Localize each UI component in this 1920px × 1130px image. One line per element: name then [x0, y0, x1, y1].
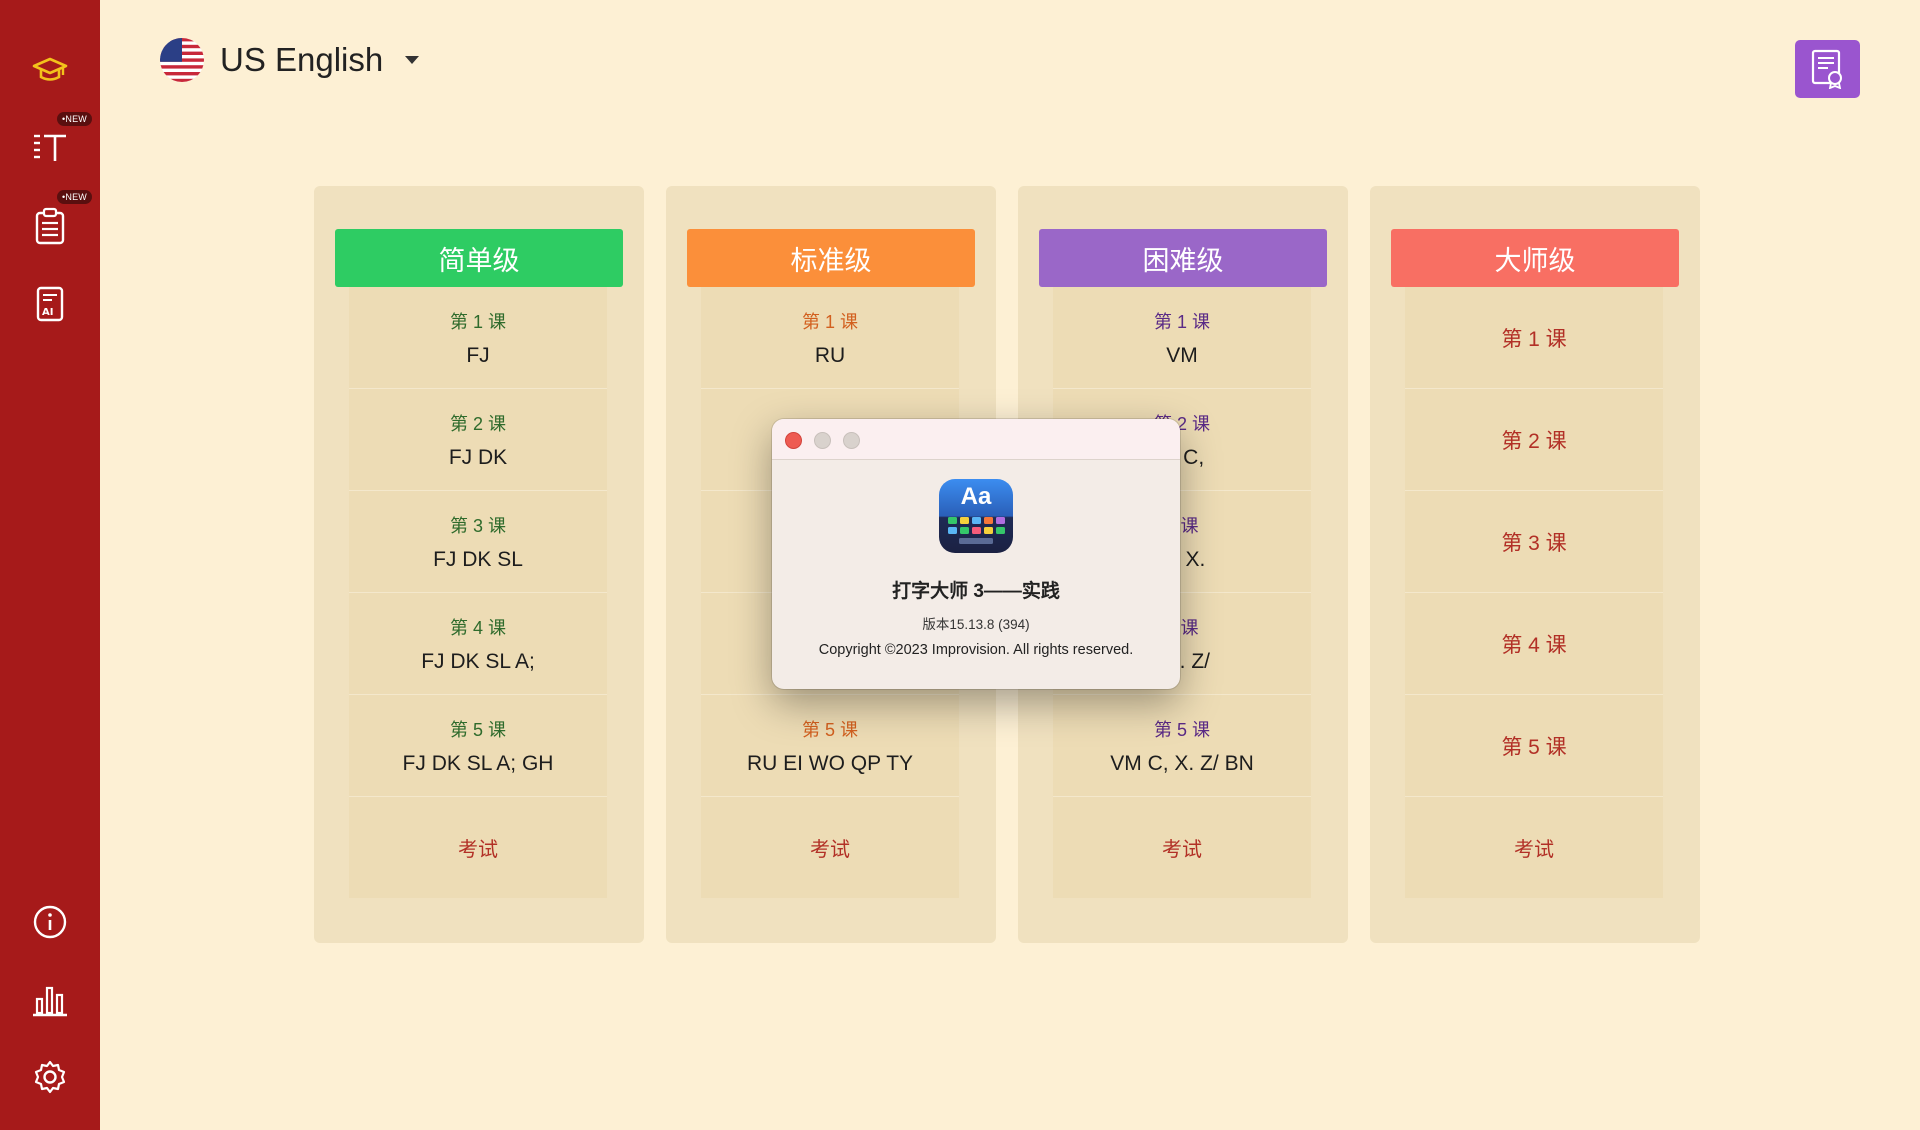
lesson-item[interactable]: 第 4 课 FJ DK SL A; [349, 593, 607, 695]
language-selector[interactable]: US English [160, 32, 420, 88]
zoom-button[interactable] [843, 432, 860, 449]
certificate-icon [1811, 49, 1842, 89]
app-copyright: Copyright ©2023 Improvision. All rights … [818, 642, 1134, 658]
exam-label: 考试 [1162, 839, 1202, 861]
lesson-keys: RU EI WO QP TY [746, 751, 914, 775]
new-badge: •NEW [57, 112, 92, 126]
lesson-keys: FJ DK [448, 445, 508, 469]
sidebar-item-ai-document[interactable]: AI [24, 278, 76, 330]
lesson-number: 第 5 课 [449, 719, 506, 740]
exam-label: 考试 [810, 839, 850, 861]
lesson-number: 第 1 课 [801, 311, 858, 332]
exam-label: 考试 [458, 839, 498, 861]
info-icon [33, 905, 67, 939]
lesson-keys: FJ [466, 343, 490, 367]
lesson-item[interactable]: 第 3 课 FJ DK SL [349, 491, 607, 593]
sidebar-item-info[interactable] [24, 896, 76, 948]
lesson-item[interactable]: 第 1 课 VM [1053, 287, 1311, 389]
close-button[interactable] [785, 432, 802, 449]
lesson-keys: VM C, X. Z/ BN [1110, 751, 1254, 775]
level-header[interactable]: 标准级 [687, 229, 975, 287]
lesson-item[interactable]: 第 1 课 FJ [349, 287, 607, 389]
level-header[interactable]: 大师级 [1391, 229, 1679, 287]
lesson-number: 第 4 课 [1501, 633, 1567, 657]
level-header[interactable]: 困难级 [1039, 229, 1327, 287]
lesson-item[interactable]: 第 5 课 RU EI WO QP TY [701, 695, 959, 797]
dialog-titlebar [772, 419, 1180, 460]
sidebar-item-statistics[interactable] [24, 974, 76, 1026]
text-lines-icon [34, 134, 66, 161]
lesson-number: 第 2 课 [449, 413, 506, 434]
lesson-item[interactable]: 第 5 课 FJ DK SL A; GH [349, 695, 607, 797]
sidebar-item-clipboard[interactable]: •NEW [24, 190, 92, 252]
svg-text:AI: AI [42, 307, 53, 318]
exam-item[interactable]: 考试 [1405, 797, 1663, 898]
lesson-item[interactable]: 第 2 课 [1405, 389, 1663, 491]
exam-item[interactable]: 考试 [1053, 797, 1311, 898]
language-label: US English [220, 41, 384, 78]
lesson-item[interactable]: 第 1 课 RU [701, 287, 959, 389]
sidebar-item-typing-text[interactable]: •NEW [24, 112, 92, 174]
certificate-button[interactable] [1795, 40, 1860, 98]
lesson-list: 第 1 课第 2 课第 3 课第 4 课第 5 课考试 [1405, 287, 1663, 898]
clipboard-icon [35, 207, 65, 245]
minimize-button[interactable] [814, 432, 831, 449]
lesson-item[interactable]: 第 2 课 FJ DK [349, 389, 607, 491]
lesson-keys: FJ DK SL [433, 547, 523, 571]
level-column: 简单级第 1 课 FJ 第 2 课 FJ DK 第 3 课 FJ DK SL 第 4 课 FJ… [314, 186, 644, 943]
lesson-list: 第 1 课 FJ 第 2 课 FJ DK 第 3 课 FJ DK SL 第 4 课 FJ DK… [349, 287, 607, 898]
lesson-number: 第 1 课 [449, 311, 506, 332]
lesson-number: 第 5 课 [1153, 719, 1210, 740]
about-dialog: Aa 打字大师 3——实践 版本15.13.8 (394) Copyright … [772, 419, 1180, 689]
app-version: 版本15.13.8 (394) [922, 617, 1030, 632]
app-icon-label: Aa [961, 483, 992, 510]
sidebar-item-lessons[interactable] [24, 44, 76, 96]
gear-icon [34, 1060, 66, 1094]
lesson-keys: FJ DK SL A; [421, 649, 535, 673]
lesson-item[interactable]: 第 5 课 [1405, 695, 1663, 797]
lesson-number: 第 1 课 [1153, 311, 1210, 332]
sidebar-item-settings[interactable] [24, 1051, 76, 1103]
lesson-number: 第 5 课 [1501, 735, 1567, 759]
graduation-cap-icon [32, 57, 68, 81]
sidebar: •NEW •NEW AI [0, 0, 100, 1130]
lesson-keys: VM [1166, 343, 1198, 367]
lesson-item[interactable]: 第 3 课 [1405, 491, 1663, 593]
lesson-keys: RU [814, 343, 846, 367]
lesson-item[interactable]: 第 5 课 VM C, X. Z/ BN [1053, 695, 1311, 797]
chevron-down-icon [405, 56, 420, 64]
exam-item[interactable]: 考试 [349, 797, 607, 898]
exam-label: 考试 [1514, 839, 1554, 861]
ai-document-icon: AI [36, 286, 64, 322]
app-name: 打字大师 3——实践 [892, 581, 1060, 602]
app-icon: Aa [939, 479, 1013, 553]
lesson-number: 第 1 课 [1501, 327, 1567, 351]
new-badge: •NEW [57, 190, 92, 204]
lesson-number: 第 3 课 [1501, 531, 1567, 555]
level-header[interactable]: 简单级 [335, 229, 623, 287]
level-column: 大师级第 1 课第 2 课第 3 课第 4 课第 5 课考试 [1370, 186, 1700, 943]
lesson-number: 第 4 课 [449, 617, 506, 638]
lesson-keys: FJ DK SL A; GH [402, 751, 554, 775]
lesson-item[interactable]: 第 1 课 [1405, 287, 1663, 389]
exam-item[interactable]: 考试 [701, 797, 959, 898]
lesson-number: 第 5 课 [801, 719, 858, 740]
lesson-item[interactable]: 第 4 课 [1405, 593, 1663, 695]
us-flag-icon [160, 38, 204, 82]
bar-chart-icon [33, 986, 67, 1017]
lesson-number: 第 3 课 [449, 515, 506, 536]
lesson-number: 第 2 课 [1501, 429, 1567, 453]
